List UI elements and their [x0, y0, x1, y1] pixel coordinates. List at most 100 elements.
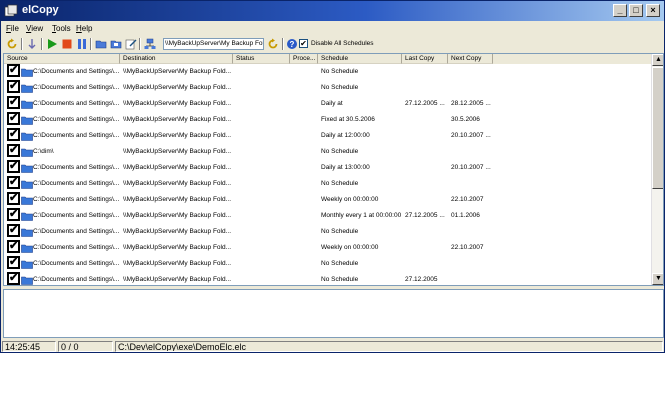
cell-schedule: Fixed at 30.5.2006	[321, 116, 375, 123]
scroll-up-button[interactable]: ▲	[652, 54, 663, 66]
folder-icon	[21, 164, 33, 173]
cell-source: C:\Documents and Settings\...	[33, 260, 119, 267]
cell-next: 28.12.2005 ...	[451, 100, 491, 107]
cell-schedule: Weekly on 00:00:00	[321, 196, 379, 203]
vertical-scrollbar[interactable]: ▲ ▼	[651, 54, 663, 285]
play-icon[interactable]	[46, 38, 58, 50]
cell-source: C:\Documents and Settings\...	[33, 116, 119, 123]
row-checkbox[interactable]: ✔	[7, 272, 20, 285]
log-pane[interactable]	[3, 289, 664, 338]
minimize-button[interactable]: _	[613, 4, 627, 17]
cell-last: 27.12.2005 ...	[405, 212, 445, 219]
table-row[interactable]: ✔ C:\Documents and Settings\... \\MyBackUp…	[4, 96, 651, 112]
status-time: 14:25:45	[2, 341, 56, 352]
path-input[interactable]: \\MyBackUpServer\My Backup Fol	[163, 38, 264, 50]
cell-schedule: Daily at 13:00:00	[321, 164, 370, 171]
row-checkbox[interactable]: ✔	[7, 192, 20, 205]
title-bar[interactable]: elCopy _ □ ×	[1, 1, 664, 21]
scroll-thumb[interactable]	[652, 67, 663, 189]
cell-source: C:\Documents and Settings\...	[33, 212, 119, 219]
menu-view[interactable]: View	[26, 24, 43, 33]
table-row[interactable]: ✔ C:\Documents and Settings\... \\MyBackUp…	[4, 112, 651, 128]
row-checkbox[interactable]: ✔	[7, 96, 20, 109]
refresh-icon[interactable]	[6, 38, 18, 50]
row-checkbox[interactable]: ✔	[7, 64, 20, 77]
table-row[interactable]: ✔ C:\Documents and Settings\... \\MyBackUp…	[4, 80, 651, 96]
col-next-copy[interactable]: Next Copy	[448, 54, 493, 64]
table-row[interactable]: ✔ C:\dim\ \\MyBackUpServer\My Backup Fold.…	[4, 144, 651, 160]
folder-icon	[21, 148, 33, 157]
row-checkbox[interactable]: ✔	[7, 256, 20, 269]
table-row[interactable]: ✔ C:\Documents and Settings\... \\MyBackUp…	[4, 160, 651, 176]
col-status[interactable]: Status	[233, 54, 290, 64]
row-checkbox[interactable]: ✔	[7, 208, 20, 221]
stop-icon[interactable]	[61, 38, 73, 50]
pause-icon[interactable]	[76, 38, 88, 50]
row-checkbox[interactable]: ✔	[7, 240, 20, 253]
table-row[interactable]: ✔ C:\Documents and Settings\... \\MyBackUp…	[4, 208, 651, 224]
cell-source: C:\Documents and Settings\...	[33, 180, 119, 187]
cell-dest: \\MyBackUpServer\My Backup Fold...	[123, 180, 231, 187]
disable-schedules-checkbox[interactable]: ✔	[299, 39, 308, 48]
cell-source: C:\Documents and Settings\...	[33, 132, 119, 139]
close-button[interactable]: ×	[646, 4, 660, 17]
table-row[interactable]: ✔ C:\Documents and Settings\... \\MyBackUp…	[4, 224, 651, 240]
cell-dest: \\MyBackUpServer\My Backup Fold...	[123, 148, 231, 155]
col-schedule[interactable]: Schedule	[318, 54, 402, 64]
folder-options-icon[interactable]	[110, 38, 122, 50]
col-process[interactable]: Proce...	[290, 54, 318, 64]
row-checkbox[interactable]: ✔	[7, 144, 20, 157]
table-row[interactable]: ✔ C:\Documents and Settings\... \\MyBackUp…	[4, 176, 651, 192]
edit-icon[interactable]	[125, 38, 137, 50]
col-source[interactable]: Source	[4, 54, 120, 64]
jobs-list[interactable]: Source Destination Status Proce... Sched…	[3, 53, 664, 286]
folder-icon	[21, 132, 33, 141]
menu-help[interactable]: Help	[76, 24, 92, 33]
row-checkbox[interactable]: ✔	[7, 160, 20, 173]
cell-next: 30.5.2006	[451, 116, 480, 123]
go-back-icon[interactable]	[267, 38, 279, 50]
cell-schedule: Weekly on 00:00:00	[321, 244, 379, 251]
cell-source: C:\Documents and Settings\...	[33, 100, 119, 107]
list-header: Source Destination Status Proce... Sched…	[4, 54, 651, 64]
col-destination[interactable]: Destination	[120, 54, 233, 64]
row-checkbox[interactable]: ✔	[7, 128, 20, 141]
folder-icon	[21, 212, 33, 221]
row-checkbox[interactable]: ✔	[7, 224, 20, 237]
table-row[interactable]: ✔ C:\Documents and Settings\... \\MyBackUp…	[4, 192, 651, 208]
cell-dest: \\MyBackUpServer\My Backup Fold...	[123, 100, 231, 107]
folder-icon	[21, 244, 33, 253]
help-icon[interactable]: ?	[286, 38, 298, 50]
folder-icon	[21, 196, 33, 205]
cell-schedule: Monthly every 1 at 00:00:00	[321, 212, 401, 219]
maximize-button[interactable]: □	[629, 4, 643, 17]
cell-next: 22.10.2007	[451, 244, 484, 251]
new-folder-icon[interactable]	[95, 38, 107, 50]
menu-bar: File View Tools Help	[1, 22, 664, 36]
cell-schedule: No Schedule	[321, 276, 359, 283]
menu-file[interactable]: File	[6, 24, 19, 33]
move-down-icon[interactable]	[26, 38, 38, 50]
row-checkbox[interactable]: ✔	[7, 80, 20, 93]
cell-source: C:\Documents and Settings\...	[33, 164, 119, 171]
table-row[interactable]: ✔ C:\Documents and Settings\... \\MyBackUp…	[4, 240, 651, 256]
cell-dest: \\MyBackUpServer\My Backup Fold...	[123, 260, 231, 267]
table-row[interactable]: ✔ C:\Documents and Settings\... \\MyBackUp…	[4, 128, 651, 144]
network-icon[interactable]	[144, 38, 156, 50]
folder-icon	[21, 228, 33, 237]
table-row[interactable]: ✔ C:\Documents and Settings\... \\MyBackUp…	[4, 64, 651, 80]
cell-dest: \\MyBackUpServer\My Backup Fold...	[123, 116, 231, 123]
col-last-copy[interactable]: Last Copy	[402, 54, 448, 64]
table-row[interactable]: ✔ C:\Documents and Settings\... \\MyBackUp…	[4, 272, 651, 285]
menu-tools[interactable]: Tools	[52, 24, 71, 33]
folder-icon	[21, 180, 33, 189]
cell-dest: \\MyBackUpServer\My Backup Fold...	[123, 84, 231, 91]
table-row[interactable]: ✔ C:\Documents and Settings\... \\MyBackUp…	[4, 256, 651, 272]
window-title: elCopy	[22, 4, 59, 16]
status-bar: 14:25:45 0 / 0 C:\Dev\elCopy\exe\DemoElc…	[1, 340, 664, 353]
cell-dest: \\MyBackUpServer\My Backup Fold...	[123, 68, 231, 75]
row-checkbox[interactable]: ✔	[7, 176, 20, 189]
cell-schedule: No Schedule	[321, 180, 359, 187]
row-checkbox[interactable]: ✔	[7, 112, 20, 125]
scroll-down-button[interactable]: ▼	[652, 273, 663, 285]
